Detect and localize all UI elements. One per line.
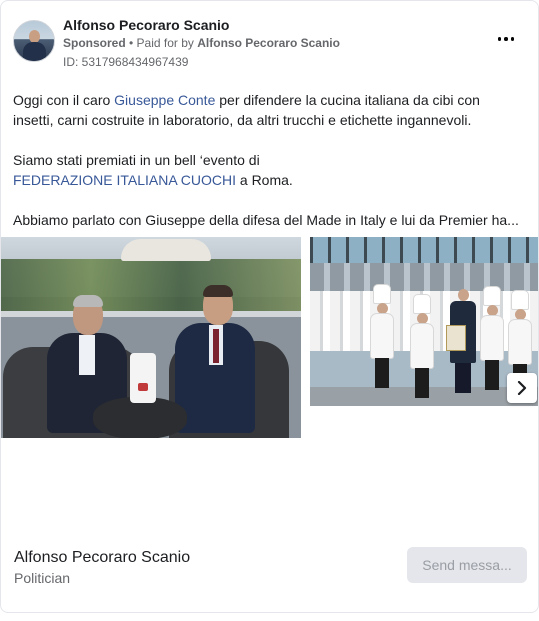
ad-card: Alfonso Pecoraro Scanio Sponsored • Paid… — [0, 0, 539, 613]
paragraph-1: Oggi con il caro Giuseppe Conte per dife… — [13, 90, 523, 130]
page-name[interactable]: Alfonso Pecoraro Scanio — [63, 17, 229, 33]
photo-diploma — [446, 325, 466, 351]
avatar[interactable] — [13, 20, 55, 62]
send-message-button[interactable]: Send messa... — [407, 547, 527, 583]
p2-after: a Roma. — [236, 172, 293, 188]
paragraph-3: Abbiamo parlato con Giuseppe della difes… — [13, 212, 519, 228]
post-body: Oggi con il caro Giuseppe Conte per dife… — [13, 90, 523, 230]
sponsor-line: Sponsored • Paid for by Alfonso Pecoraro… — [63, 36, 340, 50]
p1-before: Oggi con il caro — [13, 92, 115, 108]
more-options-icon[interactable] — [494, 33, 518, 45]
chevron-right-icon — [517, 381, 527, 395]
more-dot — [497, 37, 502, 41]
paid-for-by: Alfonso Pecoraro Scanio — [197, 36, 340, 50]
carousel-next-button[interactable] — [507, 373, 537, 403]
sponsored-label: Sponsored — [63, 36, 126, 50]
footer-page-name[interactable]: Alfonso Pecoraro Scanio — [14, 549, 190, 567]
p2-before: Siamo stati premiati in un bell ‘evento … — [13, 152, 260, 168]
photo-cup — [130, 353, 156, 403]
carousel-photo-2[interactable] — [310, 237, 538, 406]
more-dot — [510, 37, 515, 41]
image-carousel — [1, 237, 538, 439]
mention-federazione[interactable]: FEDERAZIONE ITALIANA CUOCHI — [13, 172, 236, 188]
more-dot — [504, 37, 508, 41]
separator: • — [125, 36, 137, 50]
paid-for-prefix: Paid for by — [136, 36, 198, 50]
avatar-body — [23, 42, 46, 61]
paragraph-2: Siamo stati premiati in un bell ‘evento … — [13, 150, 523, 190]
mention-giuseppe-conte[interactable]: Giuseppe Conte — [114, 92, 215, 108]
carousel-photo-1[interactable] — [1, 237, 301, 438]
footer-category: Politician — [14, 570, 71, 586]
ad-id: ID: 5317968434967439 — [63, 55, 189, 69]
post-header: Alfonso Pecoraro Scanio Sponsored • Paid… — [13, 15, 526, 71]
